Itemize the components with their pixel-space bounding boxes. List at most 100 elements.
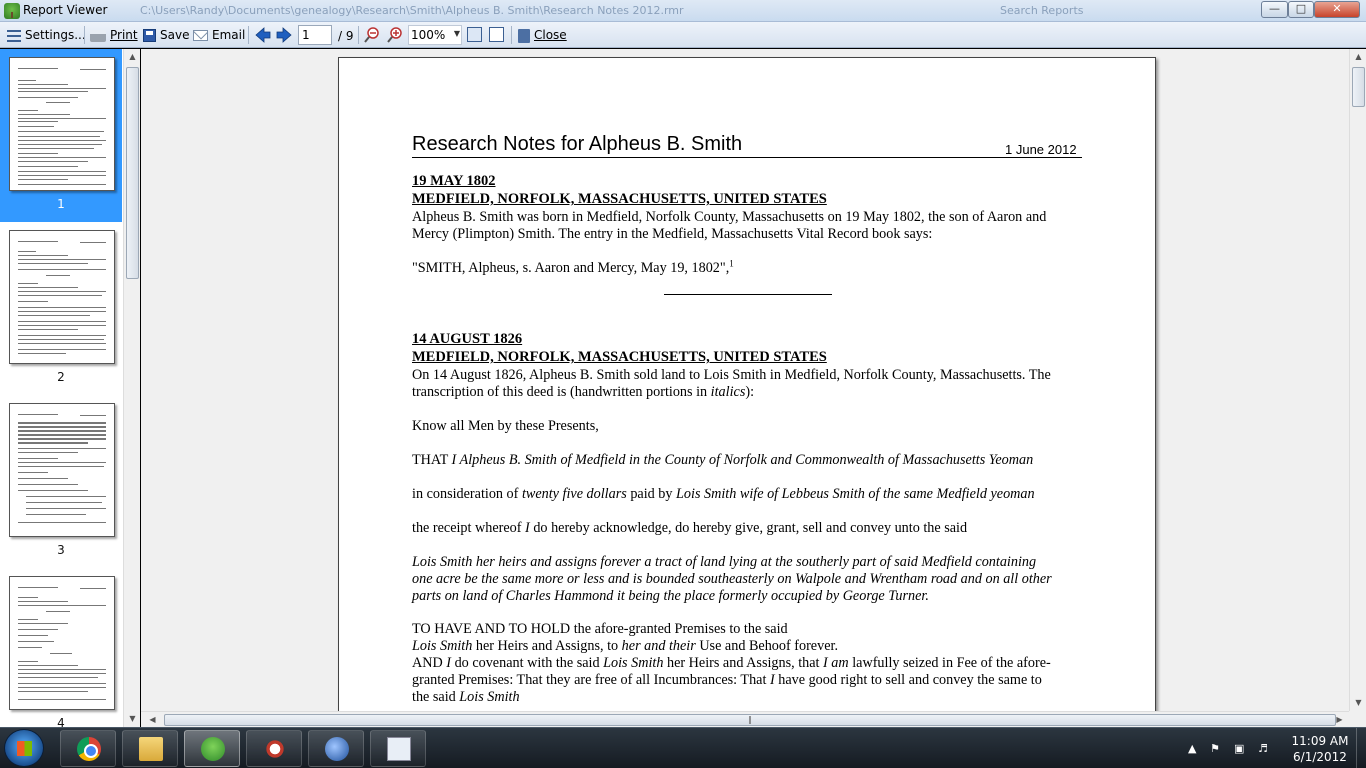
scroll-left-arrow-icon[interactable]: ◀ [144,712,161,728]
close-window-button[interactable]: ✕ [1314,1,1360,18]
zoom-out-icon [364,27,379,43]
italic-run: one acre be the same more or less and is… [412,571,1052,587]
taskbar-explorer[interactable] [122,730,178,767]
previous-page-button[interactable] [255,27,271,43]
paragraph-line: On 14 August 1826, Alpheus B. Smith sold… [412,367,1051,383]
print-label: Print [110,28,138,42]
deed-line: the receipt whereof I do hereby acknowle… [412,520,967,537]
toolbar-separator [248,26,249,44]
thumbnail-scrollbar[interactable]: ▲ ▼ [123,49,140,727]
show-hidden-icons-icon[interactable]: ▲ [1188,742,1196,755]
start-button[interactable] [4,729,44,767]
thumbnail-pane: 1 2 3 4 ▲ ▼ [0,49,140,727]
minimize-button[interactable]: — [1261,1,1288,18]
toolbar: Settings... Print Save Email / 9 100% ▼ … [0,22,1366,48]
page-number-input[interactable] [298,25,332,45]
page-thumbnail[interactable]: 2 [0,222,122,395]
zoom-value: 100% [411,28,446,42]
text-run: Use and Behoof forever. [695,638,838,654]
scrollbar-thumb[interactable] [1352,67,1365,107]
deed-line: granted Premises: That they are free of … [412,672,1042,689]
email-button[interactable]: Email [193,26,245,44]
text-run: THAT [412,452,452,468]
paragraph-line: Alpheus B. Smith was born in Medfield, N… [412,209,1047,225]
scroll-right-arrow-icon[interactable]: ▶ [1331,712,1348,728]
thumbnail-label: 3 [57,543,65,557]
fit-width-button[interactable] [489,27,504,42]
report-vertical-scrollbar[interactable]: ▲ ▼ [1349,49,1366,711]
settings-button[interactable]: Settings... [7,26,86,44]
family-tree-icon [201,737,225,761]
deed-line: Lois Smith her heirs and assigns forever… [412,554,1036,571]
taskbar-thunderbird[interactable] [308,730,364,767]
explorer-icon [139,737,163,761]
footnote-marker[interactable]: 1 [729,258,734,268]
thumbnail-label: 4 [57,716,65,727]
window-title: Report Viewer [23,3,108,17]
page-thumbnail[interactable]: 1 [0,49,122,222]
italic-run: I am [823,655,849,671]
network-icon[interactable]: ▣ [1234,742,1244,755]
report-viewer-app-icon [4,3,20,19]
system-clock[interactable]: 11:09 AM 6/1/2012 [1280,733,1360,765]
scroll-down-arrow-icon[interactable]: ▼ [124,711,141,727]
action-center-flag-icon[interactable]: ⚑ [1210,742,1220,755]
close-label: Close [534,28,567,42]
clock-time: 11:09 AM [1291,734,1349,748]
printer-icon [90,29,106,42]
taskbar-odf-viewer[interactable] [370,730,426,767]
report-horizontal-scrollbar[interactable]: ◀ ‖ ▶ [141,711,1349,727]
save-button[interactable]: Save [143,26,189,44]
window-title-path: C:\Users\Randy\Documents\genealogy\Resea… [140,4,684,17]
scroll-down-arrow-icon[interactable]: ▼ [1350,695,1366,711]
clock-date: 6/1/2012 [1293,750,1347,764]
deed-line: THAT I Alpheus B. Smith of Medfield in t… [412,452,1033,469]
envelope-icon [193,30,208,41]
thunderbird-icon [325,737,349,761]
italic-run: Lois Smith wife of Lebbeus Smith of the … [676,486,1035,502]
settings-icon [7,29,21,42]
report-title: Research Notes for Alpheus B. Smith [412,133,743,155]
scrollbar-corner [1349,711,1366,727]
event-place-heading: MEDFIELD, NORFOLK, MASSACHUSETTS, UNITED… [412,349,827,365]
section-divider [664,294,832,295]
thumbnail-label: 1 [57,197,65,211]
thumbnail-preview [9,230,115,364]
text-run: lawfully seized in Fee of the afore- [848,655,1051,671]
show-desktop-button[interactable] [1356,728,1366,768]
volume-icon[interactable]: ♬ [1258,742,1268,755]
taskbar-snipping-tool[interactable] [246,730,302,767]
scrollbar-thumb[interactable] [126,67,139,279]
deed-line: Lois Smith her Heirs and Assigns, to her… [412,638,838,655]
print-button[interactable]: Print [90,26,138,44]
close-report-button[interactable]: Close [518,26,567,44]
text-run: her Heirs and Assigns, that [663,655,824,671]
deed-line: parts on land of Charles Hammond it bein… [412,588,929,605]
deed-line: in consideration of twenty five dollars … [412,486,1035,503]
fit-page-button[interactable] [467,27,482,42]
deed-line: one acre be the same more or less and is… [412,571,1052,588]
next-page-button[interactable] [276,27,292,43]
page-thumbnail[interactable]: 3 [0,395,122,568]
chrome-icon [77,737,101,761]
report-page: Research Notes for Alpheus B. Smith 1 Ju… [338,57,1156,711]
title-rule [412,157,1082,158]
scrollbar-thumb[interactable]: ‖ [164,714,1336,726]
text-run: do covenant with the said [451,655,604,671]
zoom-in-button[interactable] [387,27,403,43]
text-run: do hereby acknowledge, do hereby give, g… [529,520,968,536]
taskbar-chrome[interactable] [60,730,116,767]
deed-line: AND I do covenant with the said Lois Smi… [412,655,1051,672]
text-run: transcription of this deed is (handwritt… [412,384,711,400]
zoom-select[interactable]: 100% ▼ [408,25,462,45]
window-title-search: Search Reports [1000,4,1084,17]
maximize-button[interactable]: □ [1288,1,1314,18]
text-run: ): [745,384,755,400]
taskbar-family-tree[interactable] [184,730,240,767]
text-run: in consideration of [412,486,522,502]
zoom-out-button[interactable] [364,27,380,43]
scroll-up-arrow-icon[interactable]: ▲ [1350,49,1366,65]
page-thumbnail[interactable]: 4 [0,568,122,727]
text-run: AND [412,655,447,671]
scroll-up-arrow-icon[interactable]: ▲ [124,49,141,65]
